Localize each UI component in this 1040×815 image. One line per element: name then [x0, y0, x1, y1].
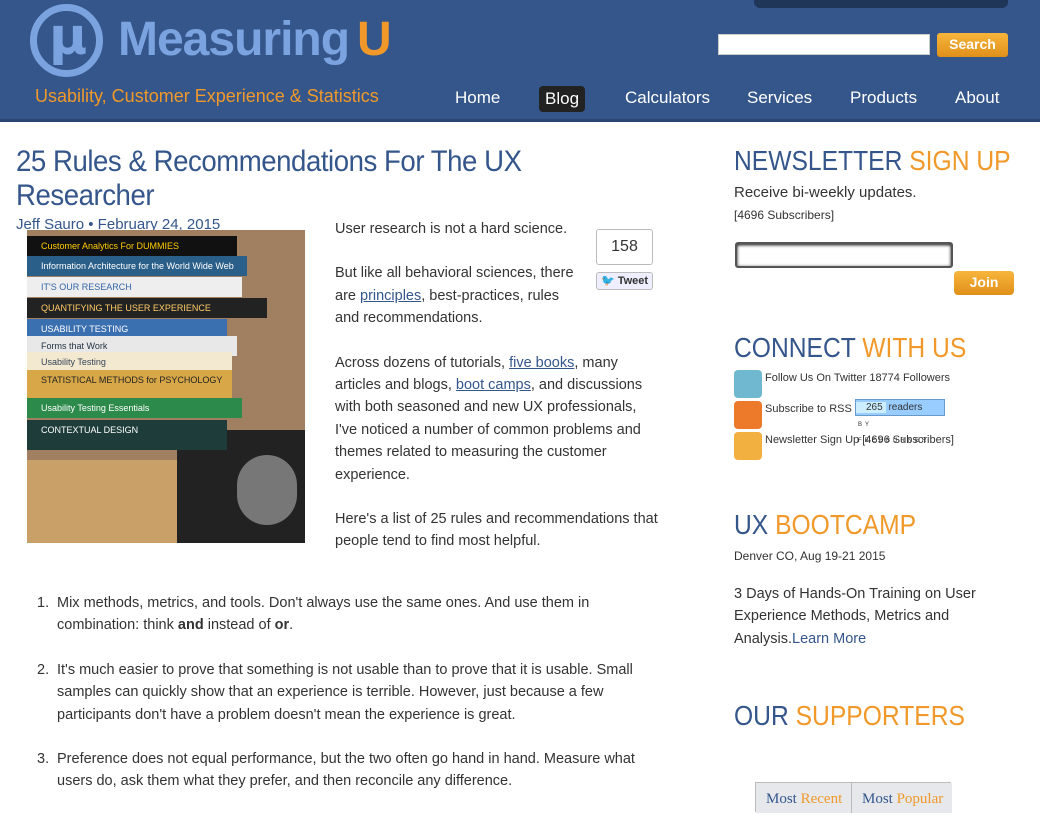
book: IT'S OUR RESEARCH [27, 277, 242, 297]
book: Usability Testing Essentials [27, 398, 242, 418]
logo[interactable]: Measuring U [118, 12, 392, 67]
feedburner-badge[interactable]: 265 readers [855, 399, 945, 416]
paragraph: Across dozens of tutorials, five books, … [335, 352, 650, 486]
list-item: 1. Mix methods, metrics, and tools. Don't… [16, 592, 656, 637]
bootcamp-location: Denver CO, Aug 19-21 2015 [734, 549, 886, 563]
book: Information Architecture for the World W… [27, 256, 247, 276]
rss-icon[interactable] [734, 401, 762, 429]
five-books-link[interactable]: five books [509, 355, 574, 371]
search-button[interactable]: Search [937, 33, 1008, 57]
nav-calculators[interactable]: Calculators [625, 88, 710, 108]
subscriber-count: [4696 Subscribers] [734, 208, 835, 222]
newsletter-heading: NEWSLETTER SIGN UP [734, 145, 1011, 177]
text: Preference does not equal performance, b… [57, 751, 635, 790]
paragraph: User research is not a hard science. [335, 221, 568, 237]
tab-text: Most [862, 791, 893, 807]
nav-products[interactable]: Products [850, 88, 917, 108]
text: Mix methods, metrics, and tools. Don't a… [57, 595, 590, 634]
envelope-icon[interactable] [734, 432, 762, 460]
item-number: 1. [37, 595, 50, 611]
heading-text: OUR [734, 700, 789, 731]
book: Customer Analytics For DUMMIES [27, 236, 237, 256]
top-utility-tabs[interactable] [754, 0, 1008, 8]
logo-mu-icon[interactable]: μ [30, 4, 103, 77]
heading-text: UX [734, 509, 769, 540]
tab-accent: Popular [896, 791, 944, 807]
text: and [177, 617, 204, 634]
paragraph: But like all behavioral sciences, there … [335, 262, 575, 329]
boot-camps-link[interactable]: boot camps [456, 377, 531, 393]
item-number: 3. [37, 751, 50, 768]
readers-count: 265 [856, 402, 886, 413]
text: Across dozens of tutorials, [335, 354, 510, 371]
text: instead of [203, 617, 275, 634]
list-item: 2. It's much easier to prove that somethi… [16, 659, 656, 726]
search-input[interactable] [718, 34, 930, 55]
site-header: μ Measuring U Usability, Customer Experie… [0, 0, 1040, 122]
mouse [237, 455, 297, 525]
nav-home[interactable]: Home [455, 88, 500, 108]
book: Usability Testing [27, 352, 232, 372]
books-photo: Customer Analytics For DUMMIES Informati… [27, 230, 305, 543]
rules-list: 1. Mix methods, metrics, and tools. Don't… [16, 592, 656, 815]
rss-link[interactable]: Subscribe to RSS [765, 401, 852, 417]
tagline: Usability, Customer Experience & Statist… [35, 86, 379, 106]
list-item: 3. Preference does not equal performance,… [16, 748, 656, 793]
bootcamp-heading: UX BOOTCAMP [734, 509, 916, 541]
book: STATISTICAL METHODS for PSYCHOLOGY [27, 370, 232, 398]
page-title: 25 Rules & Recommendations For The UX Re… [16, 145, 522, 212]
text: or [274, 617, 290, 634]
logo-symbol: μ [49, 7, 88, 67]
nav-services[interactable]: Services [747, 88, 812, 108]
twitter-link[interactable]: Follow Us On Twitter 18774 Followers [765, 370, 950, 386]
tab-accent: Recent [800, 791, 843, 807]
nav-blog[interactable]: Blog [539, 86, 586, 112]
heading-accent: SUPPORTERS [795, 700, 965, 731]
readers-label: readers [888, 402, 923, 413]
newsletter-link[interactable]: Newsletter Sign Up [4696 Subscribers] [765, 432, 954, 448]
heading-accent: SIGN UP [909, 145, 1011, 176]
newsletter-email-input[interactable] [735, 242, 953, 268]
paragraph: Here's a list of 25 rules and recommenda… [335, 511, 658, 550]
heading-accent: BOOTCAMP [775, 509, 917, 540]
logo-main: Measuring [118, 13, 350, 66]
principles-link[interactable]: principles [360, 288, 421, 304]
join-button[interactable]: Join [954, 271, 1014, 295]
article: 25 Rules & Recommendations For The UX Re… [16, 145, 676, 549]
learn-more-link[interactable]: Learn More [792, 631, 866, 647]
nav-about[interactable]: About [955, 88, 999, 108]
text: . [289, 617, 294, 634]
heading-accent: WITH US [862, 332, 967, 363]
book: CONTEXTUAL DESIGN [27, 420, 227, 450]
twitter-icon[interactable] [734, 370, 762, 398]
logo-accent: U [357, 13, 392, 66]
book: QUANTIFYING THE USER EXPERIENCE [27, 298, 267, 318]
heading-text: NEWSLETTER [734, 145, 903, 176]
supporters-heading: OUR SUPPORTERS [734, 700, 965, 732]
connect-heading: CONNECT WITH US [734, 332, 966, 364]
tab-text: Most [766, 791, 797, 807]
text: It's much easier to prove that something… [57, 661, 633, 723]
item-number: 2. [37, 661, 50, 678]
newsletter-text: Receive bi-weekly updates. [734, 184, 917, 201]
article-intro: User research is not a hard science. But… [335, 218, 665, 575]
heading-text: CONNECT [734, 332, 856, 363]
bootcamp-text: 3 Days of Hands-On Training on User Expe… [734, 583, 994, 650]
posts-tabs: Most Recent Most Popular [755, 782, 952, 813]
